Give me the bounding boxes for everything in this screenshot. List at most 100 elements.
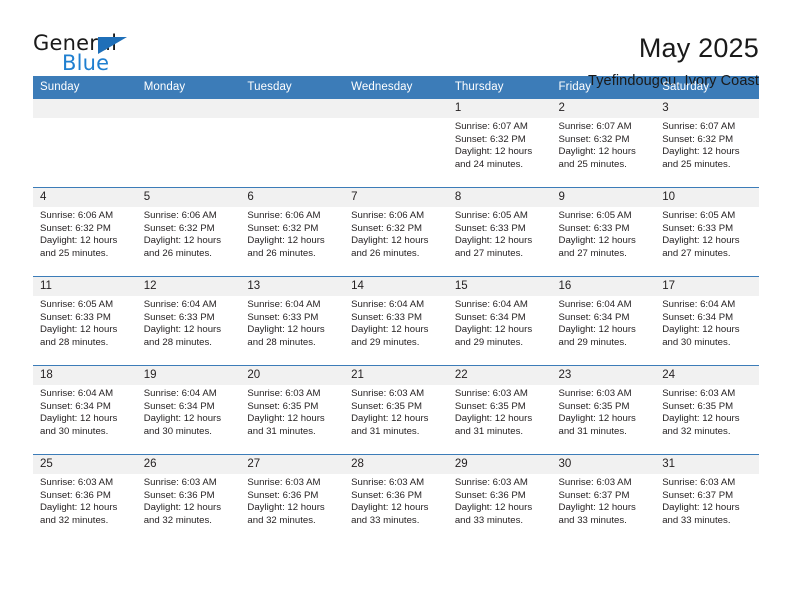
detail-sunrise-text: Sunrise: 6:06 AM bbox=[143, 210, 217, 221]
detail-daylight2-text: and 30 minutes. bbox=[143, 425, 212, 437]
calendar-day-cell[interactable]: 30 Sunrise: 6:03 AM Sunset: 6:37 PM Dayligh… bbox=[551, 454, 656, 544]
calendar-day-cell[interactable]: 18 Sunrise: 6:04 AM Sunset: 6:34 PM Dayligh… bbox=[33, 365, 137, 455]
calendar-day-cell[interactable]: 28 Sunrise: 6:03 AM Sunset: 6:36 PM Dayligh… bbox=[344, 454, 448, 544]
calendar-day-cell[interactable]: 5 Sunrise: 6:06 AM Sunset: 6:32 PM Daylight… bbox=[136, 187, 241, 277]
calendar-day-cell[interactable]: 3 Sunrise: 6:07 AM Sunset: 6:32 PM Daylight… bbox=[655, 98, 759, 188]
calendar-day-cell[interactable]: 4 Sunrise: 6:06 AM Sunset: 6:32 PM Daylight… bbox=[33, 187, 137, 277]
detail-sunrise-text: Sunrise: 6:06 AM bbox=[40, 210, 114, 221]
calendar-week-row: 25 Sunrise: 6:03 AM Sunset: 6:36 PM Dayligh… bbox=[33, 454, 759, 544]
calendar-day-cell[interactable]: 10 Sunrise: 6:05 AM Sunset: 6:33 PM Dayligh… bbox=[655, 187, 759, 277]
calendar-day-cell[interactable]: 22 Sunrise: 6:03 AM Sunset: 6:35 PM Dayligh… bbox=[447, 365, 552, 455]
day-details: Sunrise: 6:07 AM Sunset: 6:32 PM Daylight:… bbox=[655, 118, 759, 171]
day-number: 25 bbox=[33, 455, 137, 474]
calendar-day-cell[interactable]: 24 Sunrise: 6:03 AM Sunset: 6:35 PM Dayligh… bbox=[655, 365, 759, 455]
detail-daylight-text: Daylight: 12 hours bbox=[662, 146, 740, 158]
day-number: 18 bbox=[33, 366, 137, 385]
day-details: Sunrise: 6:04 AM Sunset: 6:34 PM Daylight:… bbox=[552, 296, 656, 349]
day-number: 27 bbox=[240, 455, 345, 474]
detail-daylight-text: Daylight: 12 hours bbox=[454, 324, 533, 336]
calendar-day-cell[interactable]: 26 Sunrise: 6:03 AM Sunset: 6:36 PM Dayligh… bbox=[136, 454, 241, 544]
detail-daylight-text: Daylight: 12 hours bbox=[558, 413, 636, 425]
detail-daylight2-text: and 30 minutes. bbox=[40, 425, 109, 437]
day-number: 20 bbox=[240, 366, 345, 385]
detail-sunrise-text: Sunrise: 6:04 AM bbox=[662, 299, 736, 310]
detail-sunset-text: Sunset: 6:32 PM bbox=[454, 133, 526, 145]
detail-daylight2-text: and 32 minutes. bbox=[247, 514, 316, 526]
day-details: Sunrise: 6:03 AM Sunset: 6:35 PM Daylight:… bbox=[344, 385, 448, 438]
day-details: Sunrise: 6:03 AM Sunset: 6:36 PM Daylight:… bbox=[448, 474, 552, 527]
detail-daylight2-text: and 27 minutes. bbox=[454, 247, 524, 259]
calendar-day-cell[interactable]: 1 Sunrise: 6:07 AM Sunset: 6:32 PM Daylight… bbox=[447, 98, 552, 188]
calendar-day-cell[interactable]: 17 Sunrise: 6:04 AM Sunset: 6:34 PM Dayligh… bbox=[655, 276, 759, 366]
detail-sunset-text: Sunset: 6:33 PM bbox=[143, 311, 215, 323]
calendar-day-cell[interactable]: 14 Sunrise: 6:04 AM Sunset: 6:33 PM Dayligh… bbox=[344, 276, 448, 366]
detail-sunrise-text: Sunrise: 6:03 AM bbox=[351, 477, 425, 488]
detail-sunset-text: Sunset: 6:34 PM bbox=[662, 311, 734, 323]
detail-sunrise-text: Sunrise: 6:03 AM bbox=[454, 477, 528, 488]
detail-sunrise-text: Sunrise: 6:05 AM bbox=[662, 210, 736, 221]
calendar-day-cell[interactable]: 23 Sunrise: 6:03 AM Sunset: 6:35 PM Dayligh… bbox=[551, 365, 656, 455]
calendar-day-cell[interactable]: 13 Sunrise: 6:04 AM Sunset: 6:33 PM Dayligh… bbox=[240, 276, 345, 366]
day-number: 1 bbox=[447, 99, 552, 118]
calendar-day-cell[interactable]: 11 Sunrise: 6:05 AM Sunset: 6:33 PM Dayligh… bbox=[33, 276, 137, 366]
calendar-day-cell[interactable]: 2 Sunrise: 6:07 AM Sunset: 6:32 PM Daylight… bbox=[551, 98, 656, 188]
day-details: Sunrise: 6:04 AM Sunset: 6:34 PM Daylight:… bbox=[448, 296, 552, 349]
calendar-page: General Blue May 2025 Tyefindougou, Ivor… bbox=[0, 0, 792, 612]
calendar-day-cell[interactable]: 15 Sunrise: 6:04 AM Sunset: 6:34 PM Dayligh… bbox=[447, 276, 552, 366]
detail-daylight-text: Daylight: 12 hours bbox=[662, 502, 740, 514]
detail-daylight-text: Daylight: 12 hours bbox=[40, 235, 118, 247]
detail-sunset-text: Sunset: 6:35 PM bbox=[454, 400, 526, 412]
calendar-day-cell[interactable]: 20 Sunrise: 6:03 AM Sunset: 6:35 PM Dayligh… bbox=[240, 365, 345, 455]
day-details bbox=[240, 118, 344, 121]
detail-daylight-text: Daylight: 12 hours bbox=[558, 324, 636, 336]
day-details: Sunrise: 6:03 AM Sunset: 6:35 PM Daylight:… bbox=[655, 385, 759, 438]
detail-daylight2-text: and 32 minutes. bbox=[662, 425, 731, 437]
calendar-day-cell[interactable]: 9 Sunrise: 6:05 AM Sunset: 6:33 PM Daylight… bbox=[551, 187, 656, 277]
day-details: Sunrise: 6:03 AM Sunset: 6:36 PM Daylight:… bbox=[137, 474, 241, 527]
detail-sunrise-text: Sunrise: 6:05 AM bbox=[454, 210, 528, 221]
calendar-day-cell[interactable]: 6 Sunrise: 6:06 AM Sunset: 6:32 PM Daylight… bbox=[240, 187, 345, 277]
detail-sunset-text: Sunset: 6:33 PM bbox=[351, 311, 423, 323]
general-blue-logo[interactable]: General Blue bbox=[33, 31, 153, 79]
calendar-day-cell[interactable]: 7 Sunrise: 6:06 AM Sunset: 6:32 PM Daylight… bbox=[344, 187, 448, 277]
calendar-day-cell[interactable]: 19 Sunrise: 6:04 AM Sunset: 6:34 PM Dayligh… bbox=[136, 365, 241, 455]
calendar-day-cell[interactable]: 8 Sunrise: 6:05 AM Sunset: 6:33 PM Daylight… bbox=[447, 187, 552, 277]
detail-daylight-text: Daylight: 12 hours bbox=[558, 235, 636, 247]
detail-daylight2-text: and 31 minutes. bbox=[247, 425, 316, 437]
calendar-day-cell[interactable]: 31 Sunrise: 6:03 AM Sunset: 6:37 PM Dayligh… bbox=[655, 454, 759, 544]
detail-daylight2-text: and 32 minutes. bbox=[143, 514, 212, 526]
detail-sunrise-text: Sunrise: 6:05 AM bbox=[40, 299, 114, 310]
detail-sunset-text: Sunset: 6:34 PM bbox=[454, 311, 526, 323]
day-number: 17 bbox=[655, 277, 759, 296]
page-header: General Blue May 2025 Tyefindougou, Ivor… bbox=[33, 0, 759, 89]
detail-daylight2-text: and 26 minutes. bbox=[351, 247, 420, 259]
detail-sunset-text: Sunset: 6:33 PM bbox=[662, 222, 734, 234]
detail-sunrise-text: Sunrise: 6:04 AM bbox=[351, 299, 425, 310]
detail-sunset-text: Sunset: 6:33 PM bbox=[454, 222, 526, 234]
detail-daylight2-text: and 27 minutes. bbox=[662, 247, 731, 259]
calendar-day-cell[interactable]: 12 Sunrise: 6:04 AM Sunset: 6:33 PM Dayligh… bbox=[136, 276, 241, 366]
detail-daylight-text: Daylight: 12 hours bbox=[247, 502, 325, 514]
detail-daylight-text: Daylight: 12 hours bbox=[247, 413, 325, 425]
detail-sunrise-text: Sunrise: 6:03 AM bbox=[558, 388, 632, 399]
detail-sunrise-text: Sunrise: 6:07 AM bbox=[662, 121, 736, 132]
calendar-day-cell[interactable]: 27 Sunrise: 6:03 AM Sunset: 6:36 PM Dayligh… bbox=[240, 454, 345, 544]
day-details: Sunrise: 6:07 AM Sunset: 6:32 PM Daylight:… bbox=[552, 118, 656, 171]
day-details: Sunrise: 6:03 AM Sunset: 6:36 PM Daylight:… bbox=[33, 474, 137, 527]
day-details: Sunrise: 6:06 AM Sunset: 6:32 PM Daylight:… bbox=[33, 207, 137, 260]
calendar-body: 1 Sunrise: 6:07 AM Sunset: 6:32 PM Daylight… bbox=[33, 98, 759, 544]
day-details: Sunrise: 6:04 AM Sunset: 6:33 PM Daylight:… bbox=[344, 296, 448, 349]
detail-daylight2-text: and 28 minutes. bbox=[143, 336, 212, 348]
detail-daylight-text: Daylight: 12 hours bbox=[351, 235, 429, 247]
detail-sunset-text: Sunset: 6:32 PM bbox=[40, 222, 111, 234]
detail-daylight-text: Daylight: 12 hours bbox=[40, 502, 118, 514]
detail-sunrise-text: Sunrise: 6:03 AM bbox=[454, 388, 528, 399]
day-number: 4 bbox=[33, 188, 137, 207]
calendar-day-cell[interactable]: 21 Sunrise: 6:03 AM Sunset: 6:35 PM Dayligh… bbox=[344, 365, 448, 455]
calendar-day-cell[interactable]: 29 Sunrise: 6:03 AM Sunset: 6:36 PM Dayligh… bbox=[447, 454, 552, 544]
day-number bbox=[344, 99, 448, 118]
calendar-day-cell[interactable]: 25 Sunrise: 6:03 AM Sunset: 6:36 PM Dayligh… bbox=[33, 454, 137, 544]
detail-daylight-text: Daylight: 12 hours bbox=[662, 413, 740, 425]
day-number: 8 bbox=[447, 188, 552, 207]
calendar-day-cell[interactable]: 16 Sunrise: 6:04 AM Sunset: 6:34 PM Dayligh… bbox=[551, 276, 656, 366]
